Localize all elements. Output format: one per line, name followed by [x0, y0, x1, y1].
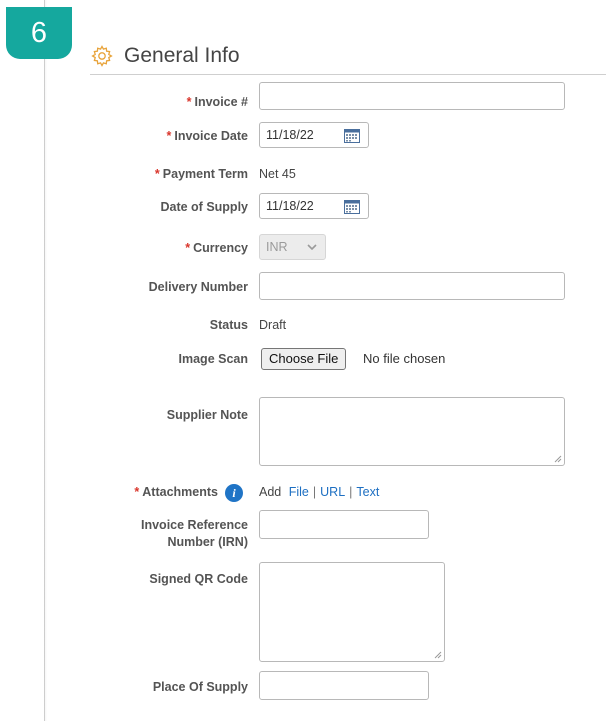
resize-grip-icon[interactable]	[554, 455, 562, 463]
currency-select[interactable]: INR	[259, 234, 326, 260]
place-of-supply-input[interactable]	[259, 671, 429, 700]
payment-term-label: * Payment Term	[155, 167, 248, 181]
date-of-supply-value: 11/18/22	[266, 199, 314, 213]
invoice-date-input[interactable]: 11/18/22	[259, 122, 369, 148]
section-title: General Info	[124, 44, 240, 67]
place-of-supply-label: Place Of Supply	[152, 680, 248, 694]
gear-icon	[91, 45, 113, 67]
date-of-supply-input[interactable]: 11/18/22	[259, 193, 369, 219]
attachments-label-text: Attachments	[142, 485, 218, 499]
header-divider	[90, 74, 606, 75]
payment-term-label-text: Payment Term	[162, 167, 248, 181]
separator: |	[312, 485, 317, 499]
invoice-date-value: 11/18/22	[266, 128, 314, 142]
file-status: No file chosen	[363, 351, 446, 366]
irn-label-line1: Invoice Reference	[141, 518, 248, 532]
attachments-add-text: Add	[259, 485, 282, 499]
required-marker: *	[154, 167, 160, 181]
attach-url-link[interactable]: URL	[320, 485, 345, 499]
attach-text-link[interactable]: Text	[356, 485, 379, 499]
currency-label-text: Currency	[193, 241, 248, 255]
currency-label: * Currency	[185, 241, 248, 255]
image-scan-label: Image Scan	[178, 352, 248, 366]
delivery-number-label: Delivery Number	[148, 280, 248, 294]
invoice-number-input[interactable]	[259, 82, 565, 110]
currency-value: INR	[266, 240, 288, 254]
required-marker: *	[166, 129, 172, 143]
attachments-actions: Add File | URL | Text	[259, 485, 379, 499]
irn-label: Invoice Reference Number (IRN)	[141, 517, 248, 551]
status-label: Status	[209, 318, 248, 332]
attach-file-link[interactable]: File	[289, 485, 309, 499]
section-header: General Info	[90, 38, 240, 74]
irn-label-line2: Number (IRN)	[167, 535, 248, 549]
choose-file-button[interactable]: Choose File	[261, 348, 347, 370]
date-of-supply-label: Date of Supply	[160, 200, 248, 214]
info-icon[interactable]: i	[225, 484, 243, 502]
required-marker: *	[134, 485, 140, 499]
payment-term-value: Net 45	[259, 167, 296, 181]
required-marker: *	[186, 95, 192, 109]
signed-qr-textarea[interactable]	[259, 562, 445, 662]
panel-shadow	[44, 0, 47, 721]
supplier-note-textarea[interactable]	[259, 397, 565, 466]
calendar-icon[interactable]	[344, 199, 360, 214]
resize-grip-icon[interactable]	[434, 651, 442, 659]
required-marker: *	[185, 241, 191, 255]
status-value: Draft	[259, 318, 287, 332]
step-badge: 6	[6, 7, 72, 59]
calendar-icon[interactable]	[344, 128, 360, 143]
signed-qr-label: Signed QR Code	[149, 572, 248, 586]
delivery-number-input[interactable]	[259, 272, 565, 300]
invoice-number-label-text: Invoice #	[194, 95, 249, 109]
supplier-note-label: Supplier Note	[166, 408, 248, 422]
invoice-number-label: * Invoice #	[187, 95, 248, 109]
separator: |	[349, 485, 353, 499]
irn-input[interactable]	[259, 510, 429, 539]
attachments-label: * Attachments	[134, 485, 218, 499]
invoice-date-label-text: Invoice Date	[174, 129, 248, 143]
chevron-down-icon	[307, 244, 317, 250]
invoice-date-label: * Invoice Date	[166, 129, 248, 143]
